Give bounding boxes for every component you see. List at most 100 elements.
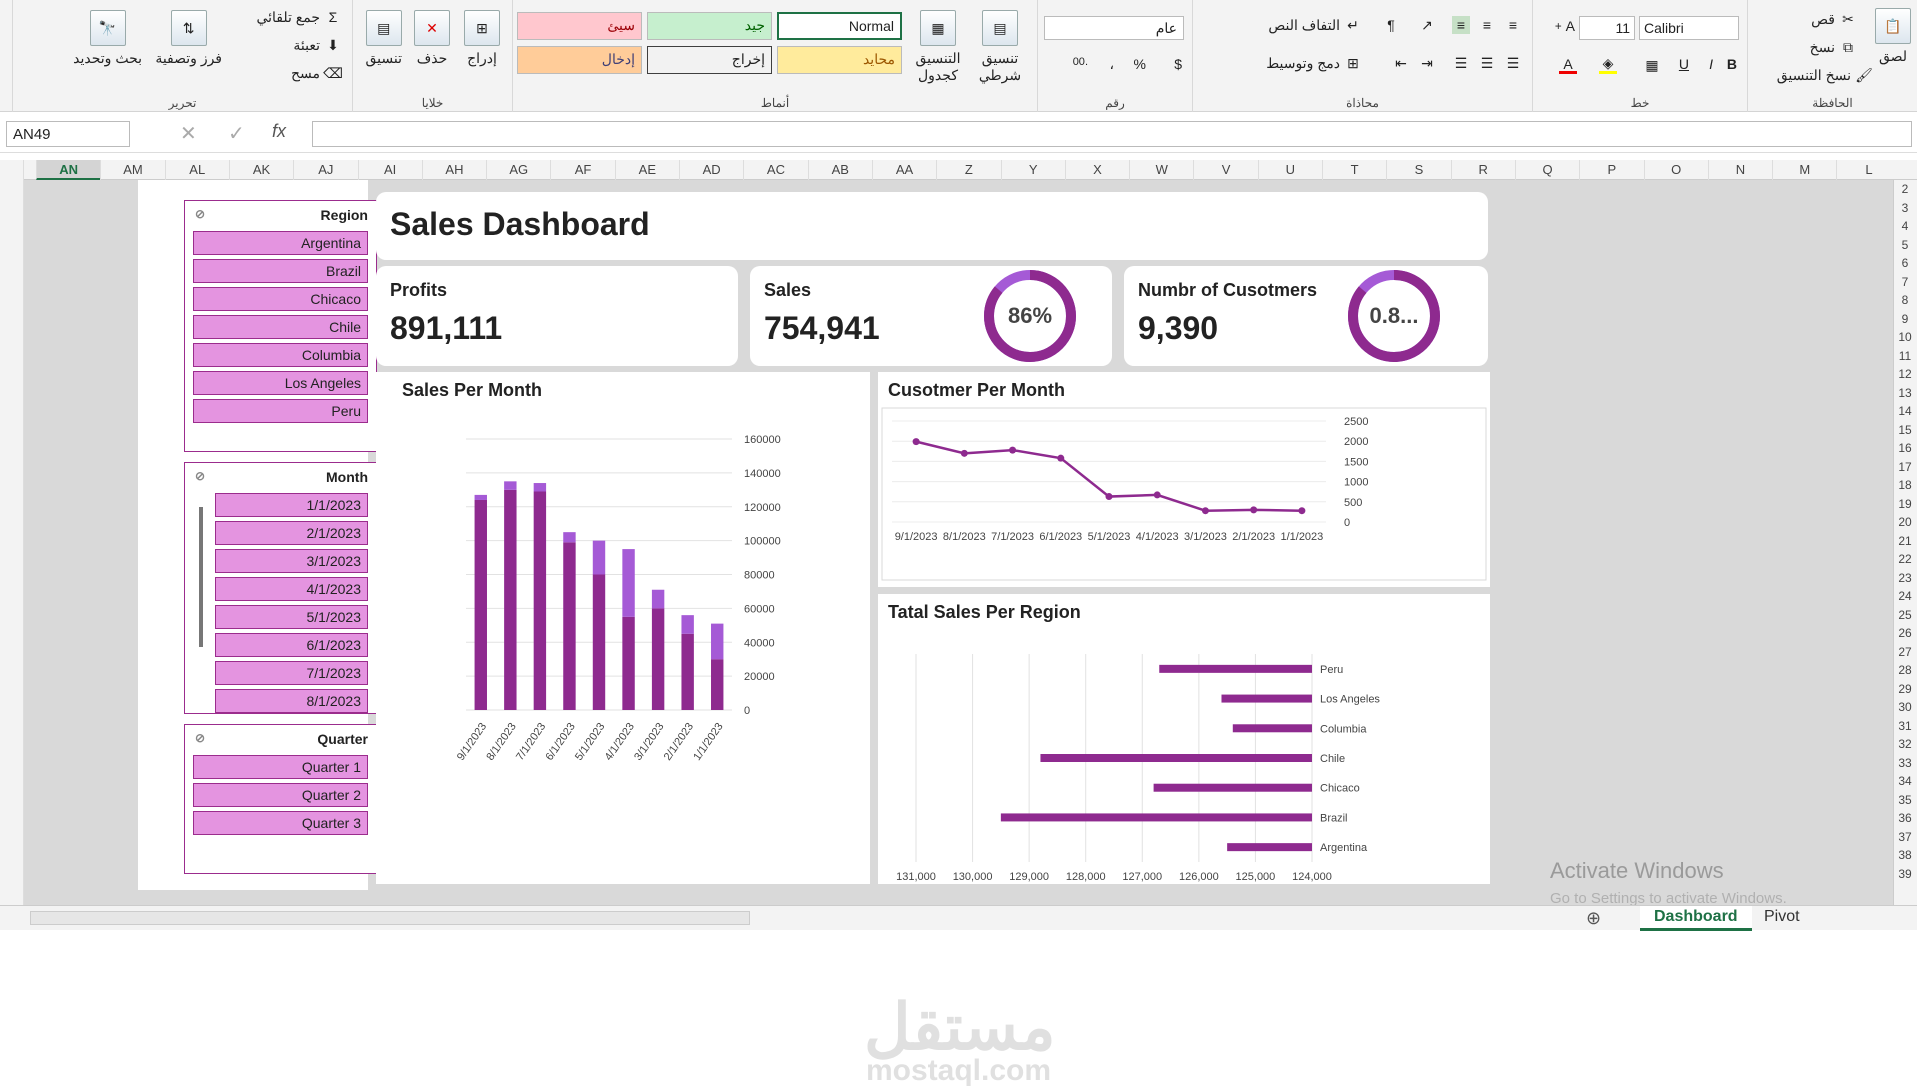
- column-header[interactable]: AJ: [293, 160, 357, 180]
- row-header[interactable]: 16: [1893, 439, 1917, 457]
- bold-button[interactable]: B: [1727, 56, 1737, 72]
- row-header[interactable]: 19: [1893, 495, 1917, 513]
- row-header[interactable]: 33: [1893, 754, 1917, 772]
- cut-button[interactable]: ✂ قص: [1811, 10, 1857, 28]
- delete-cells-button[interactable]: ✕ حذف: [414, 10, 450, 67]
- row-header[interactable]: 37: [1893, 828, 1917, 846]
- style-good[interactable]: جيد: [647, 12, 772, 40]
- align-right-button[interactable]: ☰: [1504, 54, 1522, 72]
- style-normal[interactable]: Normal: [777, 12, 902, 40]
- month-slicer-item[interactable]: 3/1/2023: [215, 549, 368, 573]
- column-header[interactable]: U: [1257, 160, 1322, 180]
- column-header[interactable]: R: [1450, 160, 1515, 180]
- region-slicer[interactable]: ⊘ Region Argentina Brazil Chicaco Chile Colum…: [184, 200, 377, 452]
- paste-button[interactable]: 📋 لصق: [1875, 8, 1911, 65]
- font-color-button[interactable]: A: [1559, 56, 1577, 74]
- column-header[interactable]: AD: [679, 160, 743, 180]
- orientation-button[interactable]: ↗: [1418, 16, 1436, 34]
- border-button[interactable]: ▦: [1643, 56, 1661, 74]
- column-header[interactable]: AL: [164, 160, 229, 180]
- decimal-button[interactable]: .00: [1073, 56, 1088, 68]
- row-header[interactable]: 3: [1893, 199, 1917, 217]
- tab-dashboard[interactable]: Dashboard: [1640, 906, 1752, 931]
- currency-button[interactable]: $: [1174, 56, 1182, 72]
- region-slicer-item[interactable]: Chicaco: [193, 287, 368, 311]
- format-painter-button[interactable]: 🖌 نسخ التنسيق: [1777, 66, 1873, 84]
- merge-center-button[interactable]: ⊞ دمج وتوسيط: [1266, 54, 1362, 72]
- copy-button[interactable]: ⧉ نسخ: [1810, 38, 1857, 56]
- wrap-text-button[interactable]: ↵ التفاف النص: [1268, 16, 1362, 34]
- insert-cells-button[interactable]: ⊞ إدراج: [464, 10, 500, 67]
- quarter-slicer-item[interactable]: Quarter 1: [193, 755, 368, 779]
- month-slicer-item[interactable]: 1/1/2023: [215, 493, 368, 517]
- column-header[interactable]: W: [1129, 160, 1193, 180]
- style-neutral[interactable]: محايد: [777, 46, 902, 74]
- month-slicer-item[interactable]: 4/1/2023: [215, 577, 368, 601]
- column-header[interactable]: AA: [871, 160, 936, 180]
- region-slicer-item[interactable]: Chile: [193, 315, 368, 339]
- row-header[interactable]: 28: [1893, 661, 1917, 679]
- row-header[interactable]: 29: [1893, 680, 1917, 698]
- row-header[interactable]: 34: [1893, 772, 1917, 790]
- column-header[interactable]: AB: [807, 160, 872, 180]
- font-grow-button[interactable]: A +: [1555, 18, 1575, 34]
- row-header[interactable]: 38: [1893, 846, 1917, 864]
- rtl-button[interactable]: ¶: [1382, 16, 1400, 34]
- row-header[interactable]: 20: [1893, 513, 1917, 531]
- column-header[interactable]: AI: [357, 160, 422, 180]
- row-header[interactable]: 26: [1893, 624, 1917, 642]
- row-header[interactable]: 25: [1893, 606, 1917, 624]
- row-header[interactable]: 17: [1893, 458, 1917, 476]
- row-header[interactable]: 7: [1893, 273, 1917, 291]
- comma-button[interactable]: ،: [1109, 56, 1114, 73]
- row-header[interactable]: 14: [1893, 402, 1917, 420]
- column-header[interactable]: AK: [228, 160, 293, 180]
- row-header[interactable]: 8: [1893, 291, 1917, 309]
- column-header[interactable]: T: [1322, 160, 1386, 180]
- align-center-button[interactable]: ☰: [1478, 54, 1496, 72]
- column-header[interactable]: O: [1643, 160, 1708, 180]
- row-header[interactable]: 36: [1893, 809, 1917, 827]
- row-header[interactable]: 22: [1893, 550, 1917, 568]
- italic-button[interactable]: I: [1709, 56, 1713, 72]
- align-top-button[interactable]: ≡: [1504, 16, 1522, 34]
- row-header[interactable]: 11: [1893, 347, 1917, 365]
- name-box[interactable]: AN49: [6, 121, 130, 147]
- clear-filter-icon[interactable]: ⊘: [195, 207, 205, 221]
- row-header[interactable]: 5: [1893, 236, 1917, 254]
- region-slicer-item[interactable]: Brazil: [193, 259, 368, 283]
- column-header[interactable]: AG: [486, 160, 550, 180]
- region-slicer-item[interactable]: Peru: [193, 399, 368, 423]
- column-header[interactable]: X: [1064, 160, 1129, 180]
- row-header[interactable]: 4: [1893, 217, 1917, 235]
- indent-button[interactable]: ⇥: [1418, 54, 1436, 72]
- quarter-slicer-item[interactable]: Quarter 3: [193, 811, 368, 835]
- row-header[interactable]: 13: [1893, 384, 1917, 402]
- row-header[interactable]: 27: [1893, 643, 1917, 661]
- outdent-button[interactable]: ⇤: [1392, 54, 1410, 72]
- style-bad[interactable]: سيئ: [517, 12, 642, 40]
- formula-input[interactable]: [312, 121, 1912, 147]
- column-header[interactable]: Y: [1000, 160, 1065, 180]
- clear-filter-icon[interactable]: ⊘: [195, 469, 205, 483]
- column-header[interactable]: AH: [421, 160, 486, 180]
- row-header[interactable]: 23: [1893, 569, 1917, 587]
- row-header[interactable]: 35: [1893, 791, 1917, 809]
- style-output[interactable]: إخراج: [647, 46, 772, 74]
- row-header[interactable]: 39: [1893, 865, 1917, 883]
- tab-pivot[interactable]: Pivot: [1750, 906, 1814, 931]
- column-header[interactable]: AN: [36, 160, 101, 180]
- row-header[interactable]: 6: [1893, 254, 1917, 272]
- region-slicer-item[interactable]: Los Angeles: [193, 371, 368, 395]
- enter-icon[interactable]: ✓: [228, 121, 245, 146]
- column-header[interactable]: S: [1386, 160, 1450, 180]
- column-header[interactable]: L: [1836, 160, 1900, 180]
- row-header[interactable]: 32: [1893, 735, 1917, 753]
- align-left-button[interactable]: ☰: [1452, 54, 1470, 72]
- column-header[interactable]: V: [1193, 160, 1257, 180]
- column-header[interactable]: AC: [743, 160, 807, 180]
- column-header[interactable]: Q: [1514, 160, 1579, 180]
- align-bottom-button[interactable]: ≡: [1452, 16, 1470, 34]
- horizontal-scrollbar[interactable]: [30, 911, 750, 925]
- vertical-scrollbar[interactable]: [0, 160, 24, 905]
